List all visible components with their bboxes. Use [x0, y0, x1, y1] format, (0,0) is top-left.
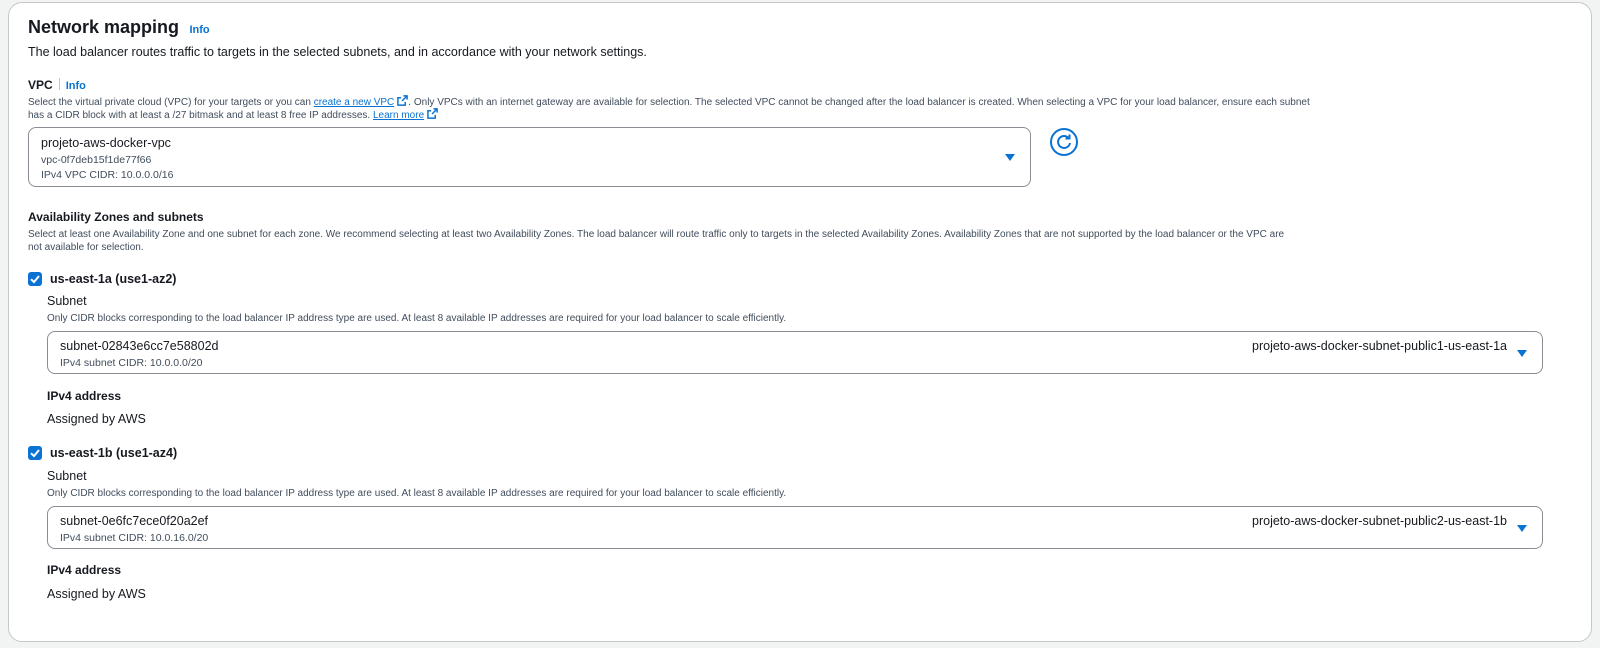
create-vpc-link[interactable]: create a new VPC — [314, 97, 395, 108]
az-checkbox-us-east-1a[interactable] — [28, 272, 42, 286]
az-name: us-east-1a (use1-az2) — [50, 272, 177, 286]
vpc-selected-cidr: IPv4 VPC CIDR: 10.0.0.0/16 — [41, 169, 174, 181]
refresh-icon — [1057, 134, 1071, 149]
divider — [58, 78, 60, 90]
vpc-help-text: Select the virtual private cloud (VPC) f… — [28, 97, 311, 108]
az-label: Availability Zones and subnets — [28, 210, 204, 224]
vpc-selected-name: projeto-aws-docker-vpc — [41, 136, 171, 150]
external-link-icon[interactable] — [427, 108, 438, 119]
subnet-cidr: IPv4 subnet CIDR: 10.0.16.0/20 — [60, 532, 209, 544]
vpc-label: VPC — [28, 78, 53, 92]
ipv4-value: Assigned by AWS — [47, 412, 146, 426]
subnet-label: Subnet — [47, 469, 87, 483]
section-info-link[interactable]: Info — [189, 24, 209, 36]
ipv4-label: IPv4 address — [47, 563, 122, 577]
ipv4-label: IPv4 address — [47, 389, 122, 403]
az-name: us-east-1b (use1-az4) — [50, 446, 178, 460]
az-help-line2: not available for selection. — [28, 242, 144, 253]
subnet-select-us-east-1a[interactable]: subnet-02843e6cc7e58802d IPv4 subnet CID… — [47, 331, 1543, 374]
az-checkbox-us-east-1b[interactable] — [28, 446, 42, 460]
vpc-info-link[interactable]: Info — [66, 80, 86, 92]
subnet-help: Only CIDR blocks corresponding to the lo… — [47, 488, 787, 499]
caret-down-icon — [1517, 350, 1527, 357]
section-header: Network mapping Info — [28, 17, 210, 38]
check-icon — [30, 275, 40, 284]
vpc-label-row: VPC Info — [28, 76, 86, 94]
subnet-id: subnet-0e6fc7ece0f20a2ef — [60, 514, 209, 528]
external-link-icon[interactable] — [397, 95, 409, 106]
subnet-help: Only CIDR blocks corresponding to the lo… — [47, 313, 787, 324]
section-title: Network mapping — [28, 17, 180, 37]
vpc-help-text-2: . Only VPCs with an internet gateway are… — [408, 97, 1310, 108]
ipv4-value: Assigned by AWS — [47, 587, 146, 601]
subnet-id: subnet-02843e6cc7e58802d — [60, 339, 219, 353]
vpc-help-text-3: has a CIDR block with at least a /27 bit… — [28, 110, 371, 121]
subnet-select-us-east-1b[interactable]: subnet-0e6fc7ece0f20a2ef IPv4 subnet CID… — [47, 506, 1543, 549]
vpc-selected-id: vpc-0f7deb15f1de77f66 — [41, 154, 152, 166]
check-icon — [30, 449, 40, 458]
subnet-name: projeto-aws-docker-subnet-public2-us-eas… — [1252, 514, 1507, 528]
refresh-button[interactable] — [1050, 128, 1078, 156]
subnet-label: Subnet — [47, 294, 87, 308]
vpc-help-line2: has a CIDR block with at least a /27 bit… — [28, 108, 438, 122]
subnet-cidr: IPv4 subnet CIDR: 10.0.0.0/20 — [60, 357, 203, 369]
learn-more-link[interactable]: Learn more — [373, 110, 424, 121]
vpc-help-line1: Select the virtual private cloud (VPC) f… — [28, 95, 1310, 109]
caret-down-icon — [1005, 154, 1015, 161]
subnet-name: projeto-aws-docker-subnet-public1-us-eas… — [1252, 339, 1507, 353]
section-description: The load balancer routes traffic to targ… — [28, 45, 647, 59]
az-help-line1: Select at least one Availability Zone an… — [28, 229, 1285, 240]
caret-down-icon — [1517, 525, 1527, 532]
vpc-select[interactable]: projeto-aws-docker-vpc vpc-0f7deb15f1de7… — [28, 127, 1031, 187]
